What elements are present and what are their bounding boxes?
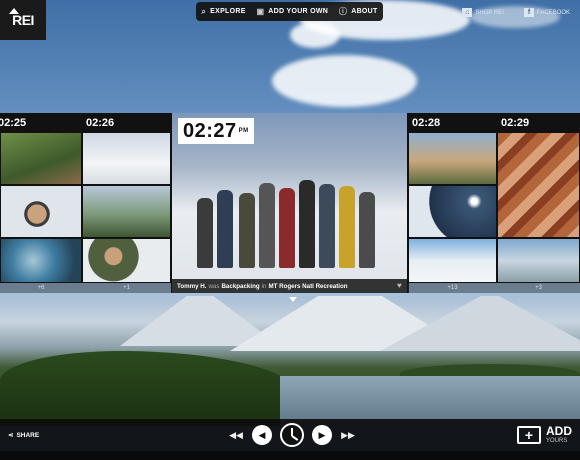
nav-explore-label: EXPLORE (210, 8, 246, 15)
hiker (197, 198, 213, 268)
hiker (359, 192, 375, 268)
timeline-column[interactable]: 02:28 +13 (408, 113, 497, 293)
featured-time: 02:27 PM (178, 118, 254, 144)
caption-activity[interactable]: Backpacking (221, 283, 259, 290)
hiker (259, 183, 275, 268)
column-count: +6 (0, 283, 82, 293)
timeline-column[interactable]: 02:25 +6 (0, 113, 82, 293)
photo-thumbnail[interactable] (408, 238, 497, 283)
facebook-icon: f (523, 8, 534, 17)
hiker (339, 186, 355, 268)
photo-thumbnail[interactable] (0, 132, 82, 185)
mountain-shape (380, 296, 580, 351)
photo-thumbnail[interactable] (408, 132, 497, 185)
rei-logo[interactable]: REI (0, 0, 46, 40)
timeline-column[interactable]: 02:29 +3 (497, 113, 580, 293)
bottom-bar: ⋖ SHARE ◀◀ ◀ ▶ ▶▶ + ADD YOURS (0, 419, 580, 451)
add-yours-button[interactable]: + ADD YOURS (517, 425, 572, 444)
landscape-background (0, 296, 580, 426)
facebook-label: FACEBOOK (536, 9, 570, 16)
nav-add-your-own-label: ADD YOUR OWN (268, 8, 329, 15)
next-button[interactable]: ▶ (312, 425, 332, 445)
cloud (272, 55, 417, 107)
featured-photo[interactable]: 02:27 PM Tommy H. was Backpacking in MT R… (171, 113, 409, 293)
featured-meridiem: PM (238, 128, 249, 134)
current-time-pointer (289, 297, 297, 302)
hiker (217, 190, 233, 268)
photo-thumbnail[interactable] (82, 185, 171, 238)
hiker (239, 193, 255, 268)
photo-thumbnail[interactable] (497, 132, 580, 238)
clock-button[interactable] (280, 423, 304, 447)
share-icon: ⋖ (8, 432, 14, 439)
photo-thumbnail[interactable] (0, 185, 82, 238)
play-left-icon: ◀ (258, 429, 266, 440)
column-time: 02:28 (408, 113, 497, 132)
caption-preposition: in (261, 282, 267, 290)
camera-icon: ▣ (256, 7, 265, 16)
column-time: 02:26 (82, 113, 171, 132)
heart-icon[interactable]: ♥ (397, 282, 405, 290)
nav-explore[interactable]: ⌕ EXPLORE (201, 7, 245, 17)
photo-caption: Tommy H. was Backpacking in MT Rogers Na… (172, 279, 409, 293)
photo-thumbnail[interactable] (408, 185, 497, 238)
timeline-column[interactable]: 02:26 +1 (82, 113, 171, 293)
nav-add-your-own[interactable]: ▣ ADD YOUR OWN (256, 7, 328, 16)
hiker (299, 180, 315, 268)
nav-about-label: ABOUT (351, 8, 378, 15)
fast-forward-icon[interactable]: ▶▶ (340, 430, 356, 441)
photo-thumbnail[interactable] (497, 238, 580, 283)
caption-place[interactable]: MT Rogers Natl Recreation (268, 283, 347, 290)
caption-person[interactable]: Tommy H. (177, 283, 206, 290)
column-count: +3 (497, 283, 580, 293)
hikers-group (187, 158, 387, 268)
shop-rei-label: SHOP REI (475, 9, 504, 16)
playback-controls: ◀◀ ◀ ▶ ▶▶ (228, 423, 356, 447)
footer-strip (0, 451, 580, 460)
column-count: +13 (408, 283, 497, 293)
shop-rei-link[interactable]: ⌂ SHOP REI (462, 8, 504, 17)
featured-time-value: 02:27 (183, 120, 237, 142)
nav-about[interactable]: ⓘ ABOUT (339, 6, 378, 17)
facebook-link[interactable]: f FACEBOOK (523, 8, 570, 17)
info-icon: ⓘ (338, 7, 348, 16)
hiker (319, 184, 335, 268)
hiker (279, 188, 295, 268)
photo-thumbnail[interactable] (82, 132, 171, 185)
cloud (290, 22, 340, 48)
forest (0, 351, 300, 426)
rewind-icon[interactable]: ◀◀ (228, 430, 244, 441)
top-nav: ⌕ EXPLORE ▣ ADD YOUR OWN ⓘ ABOUT (196, 2, 383, 21)
right-links: ⌂ SHOP REI f FACEBOOK (462, 8, 570, 17)
column-time: 02:25 (0, 113, 82, 132)
caption-verb: was (208, 282, 220, 290)
column-count: +1 (82, 283, 171, 293)
logo-mountain-icon (9, 8, 19, 14)
column-time: 02:29 (497, 113, 580, 132)
logo-text: REI (12, 12, 34, 28)
share-label: SHARE (16, 431, 40, 439)
previous-button[interactable]: ◀ (252, 425, 272, 445)
add-sublabel: YOURS (546, 438, 568, 444)
play-right-icon: ▶ (318, 429, 326, 440)
add-photo-icon: + (517, 425, 541, 444)
add-label: ADD (546, 424, 572, 438)
timeline-strip: 02:25 +6 02:26 +1 02:27 PM Tommy H. was … (0, 113, 580, 293)
photo-thumbnail[interactable] (82, 238, 171, 283)
store-icon: ⌂ (462, 8, 473, 17)
add-yours-text: ADD YOURS (546, 425, 572, 444)
share-button[interactable]: ⋖ SHARE (8, 431, 40, 440)
photo-thumbnail[interactable] (0, 238, 82, 283)
search-icon: ⌕ (201, 6, 207, 16)
